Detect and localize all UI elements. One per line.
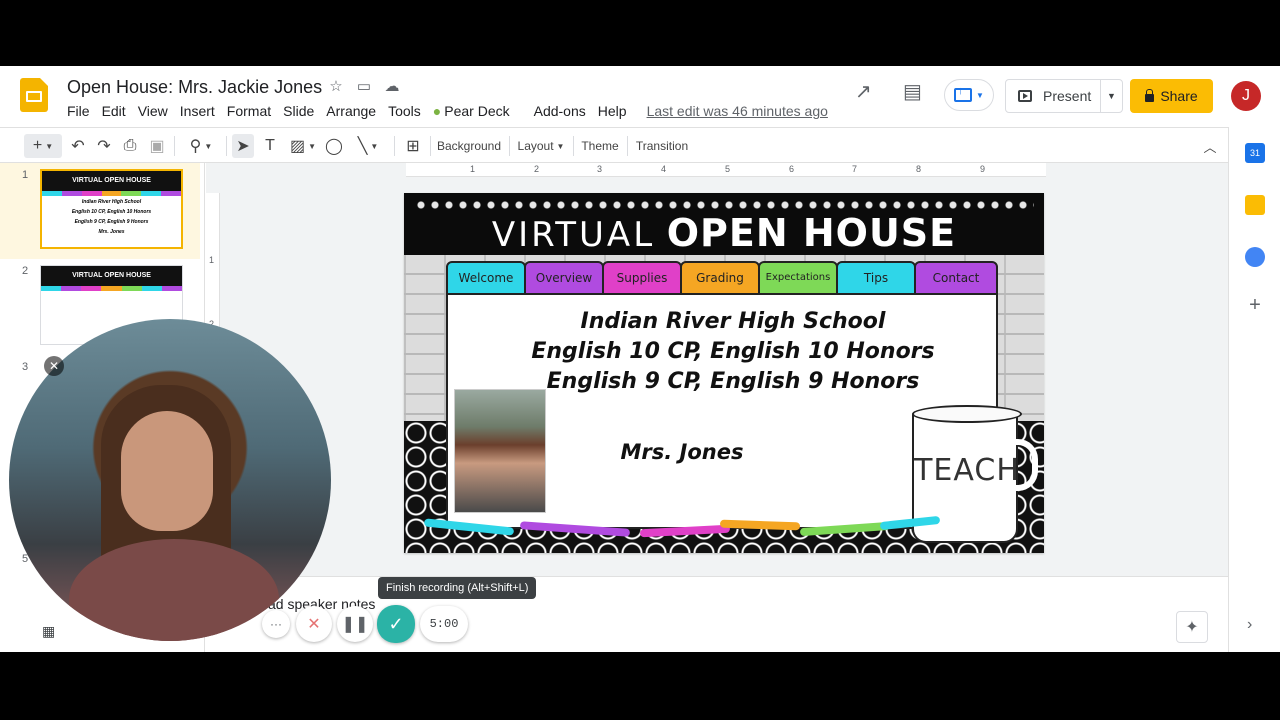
- tab-welcome[interactable]: Welcome: [446, 261, 526, 295]
- menu-file[interactable]: File: [67, 103, 90, 119]
- collapse-toolbar-icon[interactable]: ︿: [1200, 134, 1220, 158]
- shape-icon[interactable]: ◯: [324, 134, 344, 158]
- horizontal-ruler: 1 2 3 4 5 6 7 8 9: [406, 163, 1046, 177]
- select-cursor-icon[interactable]: ➤: [232, 134, 254, 158]
- slide-number: 3: [22, 361, 29, 373]
- star-icon[interactable]: ☆: [327, 77, 345, 95]
- layout-button[interactable]: Layout ▼: [516, 134, 566, 158]
- close-webcam-icon[interactable]: ✕: [44, 356, 64, 376]
- thumbnail-title: VIRTUAL OPEN HOUSE: [42, 171, 181, 191]
- recording-timer: 5:00: [420, 606, 468, 642]
- more-options-button[interactable]: ···: [262, 610, 290, 638]
- document-title[interactable]: Open House: Mrs. Jackie Jones: [67, 77, 322, 98]
- tab-expectations[interactable]: Expectations: [758, 261, 838, 295]
- menu-pear-deck[interactable]: ● Pear Deck: [433, 103, 522, 119]
- finish-recording-tooltip: Finish recording (Alt+Shift+L): [378, 577, 537, 599]
- menu-format[interactable]: Format: [227, 103, 271, 119]
- play-icon: [1018, 90, 1032, 102]
- tab-supplies[interactable]: Supplies: [602, 261, 682, 295]
- tasks-icon[interactable]: [1245, 247, 1265, 267]
- thumbnail-title: VIRTUAL OPEN HOUSE: [41, 266, 182, 286]
- teacher-name: Mrs. Jones: [620, 440, 744, 464]
- highlighter-pens: [420, 515, 1020, 539]
- add-addon-icon[interactable]: +: [1245, 295, 1265, 315]
- keep-icon[interactable]: [1245, 195, 1265, 215]
- slide-tabs: Welcome Overview Supplies Grading Expect…: [446, 261, 998, 295]
- teacher-photo: [454, 389, 546, 513]
- pause-recording-button[interactable]: ❚❚: [337, 606, 373, 642]
- menu-tools[interactable]: Tools: [388, 103, 421, 119]
- tab-grading[interactable]: Grading: [680, 261, 760, 295]
- menu-help[interactable]: Help: [598, 103, 627, 119]
- slide-title: VIRTUAL OPEN HOUSE: [491, 211, 957, 255]
- chevron-down-icon: ▼: [976, 90, 984, 100]
- present-options-button[interactable]: ▼: [1100, 80, 1122, 112]
- tab-overview[interactable]: Overview: [524, 261, 604, 295]
- cancel-recording-button[interactable]: ✕: [296, 606, 332, 642]
- slide-banner: VIRTUAL OPEN HOUSE: [404, 193, 1044, 255]
- slide-canvas: 1 2 3 4 5 6 7 8 9 1 2 VIRTUAL OPEN HOUSE: [206, 163, 1228, 576]
- text-box-icon[interactable]: T: [259, 134, 281, 158]
- cloud-status-icon[interactable]: ☁: [383, 77, 401, 95]
- background-button[interactable]: Background: [436, 134, 502, 158]
- present-button[interactable]: Present ▼: [1005, 79, 1123, 113]
- course-line-1: English 10 CP, English 10 Honors: [531, 339, 935, 364]
- menu-arrange[interactable]: Arrange: [326, 103, 376, 119]
- undo-icon[interactable]: ↶: [68, 134, 88, 158]
- slide-thumbnail[interactable]: VIRTUAL OPEN HOUSE Indian River High Sch…: [40, 169, 183, 249]
- lock-icon: [1145, 88, 1155, 102]
- move-folder-icon[interactable]: ▭: [355, 77, 373, 95]
- upload-icon: [954, 85, 973, 102]
- line-icon[interactable]: ╲ ▼: [350, 134, 386, 158]
- explore-icon[interactable]: ✦: [1176, 611, 1208, 643]
- activity-dashboard-icon[interactable]: ↗: [855, 79, 872, 104]
- last-edit-link[interactable]: Last edit was 46 minutes ago: [647, 103, 828, 119]
- comments-icon[interactable]: ▤: [903, 79, 922, 104]
- new-slide-button[interactable]: + ▼: [24, 134, 62, 158]
- pear-icon: ●: [432, 103, 442, 119]
- tab-tips[interactable]: Tips: [836, 261, 916, 295]
- menu-addons[interactable]: Add-ons: [534, 103, 586, 119]
- transition-button[interactable]: Transition: [634, 134, 690, 158]
- share-button[interactable]: Share: [1130, 79, 1213, 113]
- zoom-icon[interactable]: ⚲ ▼: [183, 134, 219, 158]
- expand-side-panel-icon[interactable]: ›: [1247, 616, 1252, 634]
- tab-contact[interactable]: Contact: [914, 261, 998, 295]
- slide-number: 2: [22, 265, 29, 277]
- toolbar: + ▼ ↶ ↷ ⎙ ▣ ⚲ ▼ ➤ T ▨ ▼ ◯ ╲ ▼ ⊞ Background L…: [0, 127, 1228, 163]
- grid-view-icon[interactable]: ▦: [42, 623, 55, 640]
- calendar-icon[interactable]: 31: [1245, 143, 1265, 163]
- redo-icon[interactable]: ↷: [94, 134, 114, 158]
- school-name: Indian River High School: [580, 309, 886, 334]
- menu-insert[interactable]: Insert: [180, 103, 215, 119]
- avatar[interactable]: J: [1231, 81, 1261, 111]
- image-icon[interactable]: ▨ ▼: [286, 134, 320, 158]
- theme-button[interactable]: Theme: [580, 134, 620, 158]
- finish-recording-button[interactable]: ✓: [377, 605, 415, 643]
- slide-number: 1: [22, 169, 29, 181]
- add-comment-icon[interactable]: ⊞: [402, 134, 424, 158]
- menu-edit[interactable]: Edit: [102, 103, 126, 119]
- menu-bar: File Edit View Insert Format Slide Arran…: [67, 103, 840, 119]
- menu-view[interactable]: View: [138, 103, 168, 119]
- slide[interactable]: VIRTUAL OPEN HOUSE Welcome Overview Supp…: [404, 193, 1044, 553]
- present-to-meeting-button[interactable]: ▼: [944, 79, 994, 111]
- side-panel: 31 +: [1228, 127, 1280, 652]
- paint-format-icon[interactable]: ▣: [147, 134, 167, 158]
- print-icon[interactable]: ⎙: [120, 134, 140, 158]
- menu-slide[interactable]: Slide: [283, 103, 314, 119]
- slides-logo[interactable]: [20, 78, 48, 112]
